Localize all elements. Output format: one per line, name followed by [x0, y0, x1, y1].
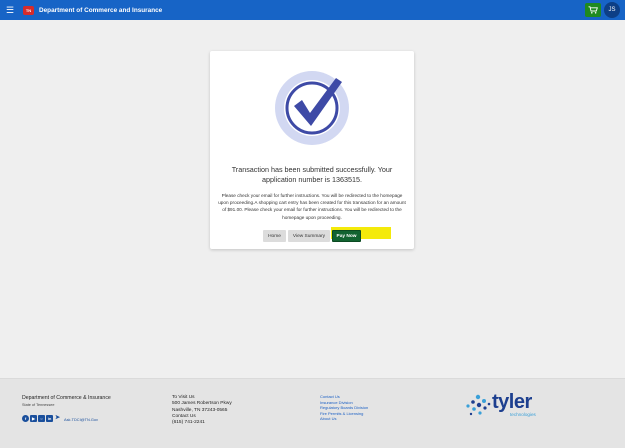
address-line-2: Nashville, TN 37243-0565: [172, 407, 228, 413]
top-bar: ☰ TN Department of Commerce and Insuranc…: [0, 0, 625, 20]
footer: Department of Commerce & Insurance State…: [0, 378, 625, 448]
home-button[interactable]: Home: [263, 230, 286, 242]
shopping-cart-button[interactable]: [585, 3, 601, 17]
footer-org: Department of Commerce & Insurance State…: [22, 395, 111, 422]
app-title[interactable]: Department of Commerce and Insurance: [39, 7, 162, 14]
facebook-icon[interactable]: f: [22, 415, 29, 422]
youtube-icon[interactable]: ▶: [30, 415, 37, 422]
contact-email-link[interactable]: Ask.TDCI@TN.Gov: [64, 417, 98, 422]
address-line-1: 500 James Robertson Pkwy: [172, 401, 232, 407]
checkmark-circle-icon: [274, 70, 350, 146]
instructions-text: Please check your email for further inst…: [218, 193, 406, 220]
linkedin-icon[interactable]: in: [46, 415, 53, 422]
phone-number: (615) 741-2241: [172, 420, 205, 426]
tyler-subtitle: technologies: [510, 412, 536, 417]
tyler-dots-icon: [466, 394, 491, 416]
footer-org-name: Department of Commerce & Insurance: [22, 395, 111, 401]
confirmation-card: Transaction has been submitted successfu…: [210, 51, 414, 249]
footer-links: Contact Us Insurance Division Regulatory…: [320, 394, 368, 422]
tyler-wordmark: tyler: [492, 391, 532, 413]
instagram-icon[interactable]: ○: [38, 415, 45, 422]
state-logo: TN: [23, 5, 34, 15]
footer-visit: To Visit Us 500 James Robertson Pkwy Nas…: [172, 395, 232, 426]
social-links: f ▶ ○ in ➤ Ask.TDCI@TN.Gov: [22, 415, 98, 422]
footer-link-about[interactable]: About Us: [320, 416, 368, 422]
pay-now-button[interactable]: Pay Now: [332, 230, 361, 242]
success-message: Transaction has been submitted successfu…: [231, 165, 393, 184]
twitter-icon[interactable]: ➤: [54, 415, 61, 422]
hamburger-menu-icon[interactable]: ☰: [0, 0, 20, 20]
shopping-cart-icon: [588, 6, 598, 14]
tyler-logo: tyler technologies: [464, 391, 540, 423]
view-summary-button[interactable]: View Summary: [288, 230, 330, 242]
user-avatar[interactable]: JS: [604, 2, 620, 18]
footer-state: State of Tennessee: [22, 403, 55, 407]
footer-link-regulatory[interactable]: Regulatory Boards Division: [320, 405, 368, 411]
